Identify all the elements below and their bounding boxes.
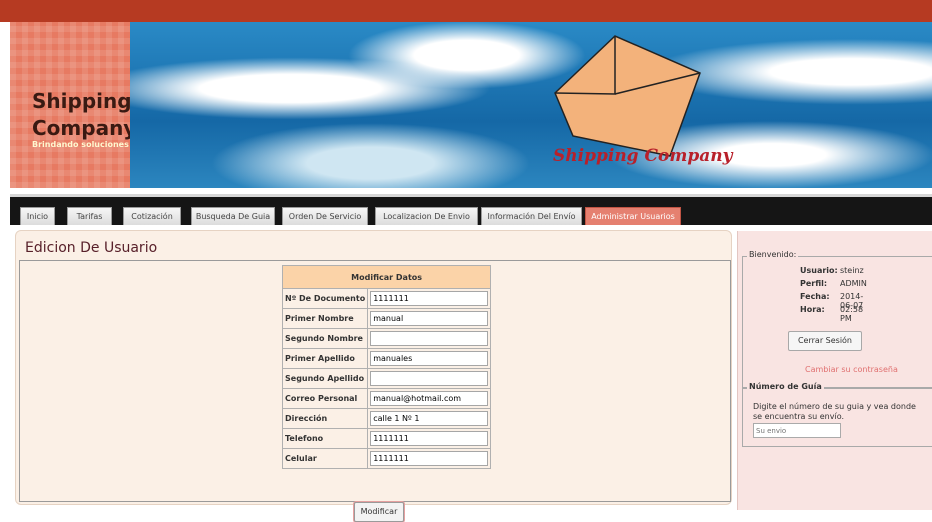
tab-orden-servicio[interactable]: Orden De Servicio — [282, 207, 368, 225]
primer-nombre-input[interactable] — [370, 311, 489, 326]
correo-input[interactable] — [370, 391, 489, 406]
form-row: Segundo Nombre — [281, 328, 492, 349]
form-row: Nº De Documento — [281, 288, 492, 309]
primer-apellido-input[interactable] — [370, 351, 489, 366]
tab-localizacion-envio[interactable]: Localizacion De Envio — [375, 207, 478, 225]
page-title: Edicion De Usuario — [25, 240, 158, 256]
tab-informacion-envio[interactable]: Información Del Envío — [481, 207, 582, 225]
form-row: Telefono — [281, 428, 492, 449]
form-row: Primer Nombre — [281, 308, 492, 329]
profile-value: ADMIN — [840, 279, 867, 288]
celular-input[interactable] — [370, 451, 489, 466]
field-label: Nº De Documento — [281, 288, 369, 309]
brand-subtitle: Brindando soluciones — [32, 140, 129, 149]
guide-instructions: Digite el número de su guia y vea donde … — [753, 402, 916, 421]
logout-button[interactable]: Cerrar Sesión — [788, 331, 862, 351]
main-panel: Edicion De Usuario Modificar Datos Nº De… — [15, 230, 732, 522]
telefono-input[interactable] — [370, 431, 489, 446]
field-label: Telefono — [281, 428, 369, 449]
guide-legend: Número de Guía — [747, 382, 824, 391]
tab-inicio[interactable]: Inicio — [20, 207, 55, 225]
top-bar — [0, 0, 932, 22]
segundo-nombre-input[interactable] — [370, 331, 489, 346]
user-value: steinz — [840, 266, 864, 275]
banner-signature: Shipping Company — [553, 146, 733, 166]
tab-cotizacion[interactable]: Cotización — [123, 207, 181, 225]
user-edit-form: Modificar Datos Nº De Documento Primer N… — [281, 265, 492, 469]
change-password-link[interactable]: Cambiar su contraseña — [805, 365, 898, 374]
welcome-legend: Bienvenido: — [747, 250, 799, 259]
field-label: Segundo Nombre — [281, 328, 369, 349]
field-label: Correo Personal — [281, 388, 369, 409]
form-header: Modificar Datos — [281, 265, 492, 289]
form-row: Dirección — [281, 408, 492, 429]
field-label: Primer Nombre — [281, 308, 369, 329]
form-row: Celular — [281, 448, 492, 469]
user-label: Usuario: — [800, 266, 838, 275]
field-label: Dirección — [281, 408, 369, 429]
form-row: Correo Personal — [281, 388, 492, 409]
date-label: Fecha: — [800, 292, 830, 301]
tab-administrar-usuarios[interactable]: Administrar Usuarios — [585, 207, 681, 225]
sidebar: Bienvenido: Usuario: steinz Perfil: ADMI… — [737, 231, 932, 510]
sky-banner-image — [130, 22, 932, 188]
field-label: Segundo Apellido — [281, 368, 369, 389]
guide-fieldset: Número de Guía Digite el número de su gu… — [742, 382, 932, 447]
form-frame: Modificar Datos Nº De Documento Primer N… — [19, 260, 731, 522]
tab-busqueda-guia[interactable]: Busqueda De Guia — [191, 207, 275, 225]
brand-box: Shipping Company Brindando soluciones — [10, 22, 137, 188]
documento-input[interactable] — [370, 291, 489, 306]
field-label: Celular — [281, 448, 369, 469]
time-label: Hora: — [800, 305, 825, 314]
field-label: Primer Apellido — [281, 348, 369, 369]
tab-tarifas[interactable]: Tarifas — [67, 207, 112, 225]
direccion-input[interactable] — [370, 411, 489, 426]
envelope-icon — [554, 35, 701, 157]
brand-title: Shipping Company — [32, 89, 137, 140]
time-value: 02:58 PM — [840, 305, 864, 323]
modificar-button[interactable]: Modificar — [354, 502, 404, 522]
main-nav: Inicio Tarifas Cotización Busqueda De Gu… — [10, 194, 932, 225]
header-banner: Shipping Company Brindando soluciones Sh… — [10, 22, 932, 188]
profile-label: Perfil: — [800, 279, 828, 288]
form-row: Primer Apellido — [281, 348, 492, 369]
welcome-fieldset: Bienvenido: Usuario: steinz Perfil: ADMI… — [742, 250, 932, 388]
form-row: Segundo Apellido — [281, 368, 492, 389]
segundo-apellido-input[interactable] — [370, 371, 489, 386]
guide-search-input[interactable] — [753, 423, 841, 438]
